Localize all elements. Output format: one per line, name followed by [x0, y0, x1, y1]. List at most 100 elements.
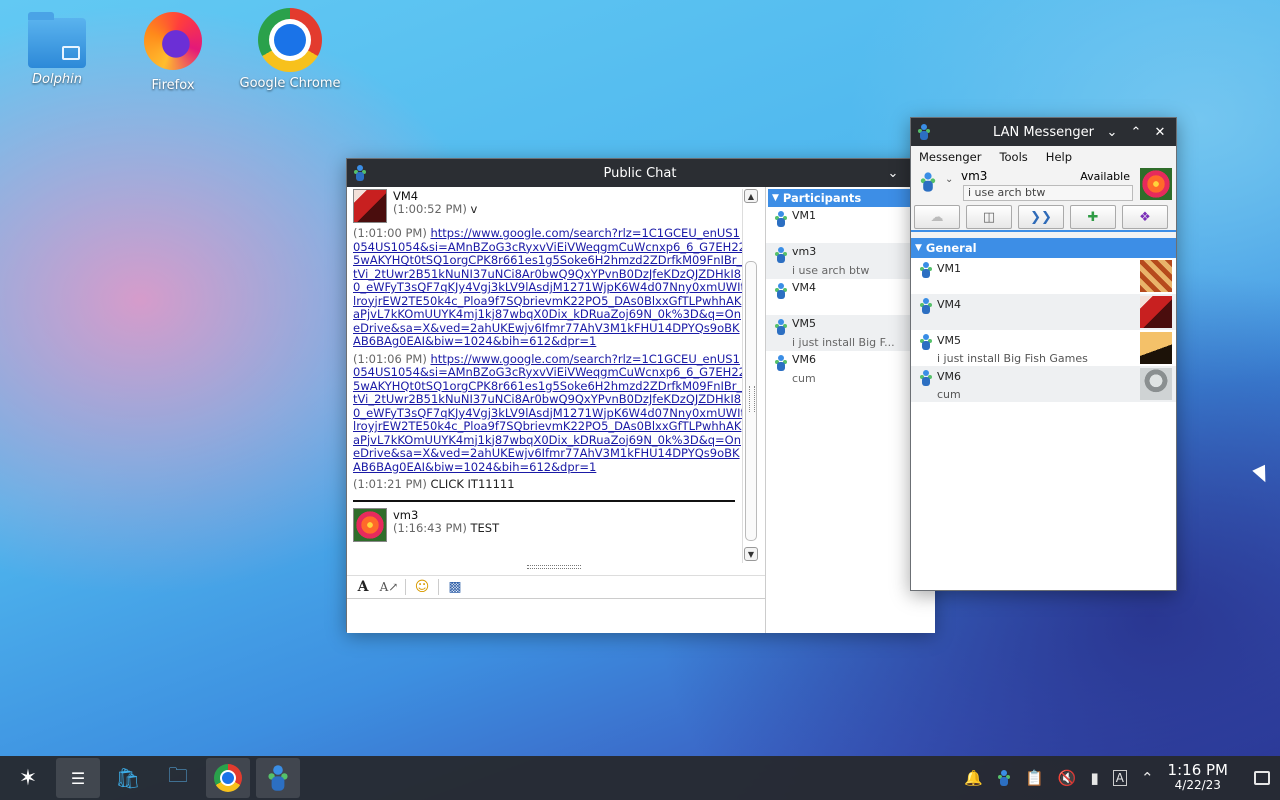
my-avatar[interactable]	[1140, 168, 1172, 200]
message-sender: VM4	[393, 189, 419, 203]
status-note-field[interactable]: i use arch btw	[963, 185, 1133, 201]
close-button[interactable]: ✕	[1148, 121, 1172, 143]
avatar	[1140, 332, 1172, 364]
message-time: (1:01:21 PM)	[353, 477, 427, 491]
file-transfer-icon[interactable]: ◫	[966, 205, 1012, 229]
avatar	[353, 507, 387, 542]
window-title: Public Chat	[603, 165, 677, 181]
message: (1:16:43 PM) TEST	[393, 520, 500, 536]
discover-store-icon[interactable]: 🛍	[106, 758, 150, 798]
scroll-down-icon[interactable]: ▼	[744, 547, 758, 561]
broadcast-icon[interactable]: ❯❯	[1018, 205, 1064, 229]
menu-messenger[interactable]: Messenger	[919, 150, 981, 164]
clock[interactable]: 1:16 PM 4/22/23	[1168, 763, 1228, 793]
settings-icon[interactable]: ❖	[1122, 205, 1168, 229]
menu-help[interactable]: Help	[1046, 150, 1072, 164]
lan-messenger-taskbar-icon[interactable]	[256, 758, 300, 798]
group-header-general[interactable]: ▼ General	[911, 238, 1176, 258]
lan-messenger-window: LAN Messenger ⌄ ⌃ ✕ Messenger Tools Help…	[910, 117, 1177, 591]
menu-bar: Messenger Tools Help	[911, 146, 1176, 168]
chrome-icon	[258, 8, 322, 72]
avatar	[1140, 260, 1172, 292]
lan-messenger-tray-icon[interactable]	[997, 770, 1011, 786]
format-toolbar: A A↗ ☺ ▩	[347, 575, 765, 597]
volume-muted-icon[interactable]: 🔇	[1058, 769, 1077, 787]
desktop-icon-label: Dolphin	[32, 72, 82, 87]
user-status-icon	[919, 370, 933, 386]
system-settings-icon[interactable]: ☰	[56, 758, 100, 798]
scroll-thumb[interactable]	[745, 261, 757, 541]
contact-item[interactable]: VM5 i just install Big Fish Games	[911, 330, 1176, 366]
message: (1:01:00 PM) https://www.google.com/sear…	[353, 226, 747, 349]
desktop-icon-google-chrome[interactable]: Google Chrome	[235, 8, 345, 91]
chrome-taskbar-icon[interactable]	[206, 758, 250, 798]
folder-icon	[28, 12, 86, 68]
menu-tools[interactable]: Tools	[999, 150, 1027, 164]
window-titlebar[interactable]: LAN Messenger ⌄ ⌃ ✕	[911, 118, 1176, 146]
app-launcher-icon[interactable]: ✶	[6, 758, 50, 798]
message-block: vm3 (1:16:43 PM) TEST	[353, 507, 747, 542]
maximize-button[interactable]: ⌃	[1124, 121, 1148, 143]
group-label: General	[925, 241, 977, 255]
participants-header-label: Participants	[782, 191, 862, 205]
message-input[interactable]	[347, 598, 765, 633]
system-tray: 🔔 📋 🔇 ▮ A ⌃ 1:16 PM 4/22/23	[964, 763, 1280, 793]
chat-bubble-icon[interactable]: ☁	[914, 205, 960, 229]
clock-date: 4/22/23	[1174, 778, 1221, 792]
user-status-icon	[774, 355, 788, 371]
avatar	[1140, 296, 1172, 328]
clipboard-icon[interactable]: 📋	[1025, 769, 1044, 787]
dolphin-taskbar-icon[interactable]: 🗀	[156, 758, 200, 798]
collapse-triangle-icon: ▼	[772, 193, 779, 203]
desktop-icon-label: Firefox	[151, 78, 195, 93]
contact-item[interactable]: VM1	[911, 258, 1176, 294]
message-separator	[353, 499, 735, 502]
contact-item[interactable]: VM4	[911, 294, 1176, 330]
desktop-icon-dolphin[interactable]: Dolphin	[2, 8, 112, 87]
message-text: TEST	[470, 520, 500, 535]
removable-device-icon[interactable]: ▮	[1090, 769, 1098, 787]
contact-item[interactable]: VM6 cum	[911, 366, 1176, 402]
window-titlebar[interactable]: Public Chat ⌄ ⌃	[347, 159, 933, 187]
firefox-icon	[144, 12, 202, 70]
user-status-icon	[774, 247, 788, 263]
user-status-icon	[919, 262, 933, 278]
toolbar-divider	[405, 578, 406, 595]
notification-bell-icon[interactable]: 🔔	[964, 769, 983, 787]
avatar	[1140, 368, 1172, 400]
clock-time: 1:16 PM	[1167, 761, 1228, 779]
save-icon[interactable]: ▩	[445, 578, 465, 596]
taskbar: ✶ ☰ 🛍 🗀 🔔 📋 🔇 ▮ A ⌃ 1:16 PM 4/22/23	[0, 756, 1280, 800]
input-method-icon[interactable]: A	[1112, 770, 1127, 786]
splitter-handle[interactable]	[527, 565, 581, 569]
chevron-down-icon[interactable]: ⌄	[945, 174, 953, 185]
user-status-icon	[919, 334, 933, 350]
message: (1:00:52 PM) v	[393, 202, 478, 217]
message-time: (1:00:52 PM)	[393, 202, 467, 216]
message-link[interactable]: https://www.google.com/search?rlz=1C1GCE…	[353, 352, 746, 474]
scroll-up-icon[interactable]: ▲	[744, 189, 758, 203]
chevron-up-icon[interactable]: ⌃	[1141, 769, 1154, 787]
minimize-button[interactable]: ⌄	[1100, 121, 1124, 143]
message-history: VM4 (1:00:52 PM) v (1:01:00 PM) https://…	[347, 187, 753, 565]
desktop-icon-firefox[interactable]: Firefox	[118, 8, 228, 93]
user-status-icon	[774, 319, 788, 335]
add-contact-icon[interactable]: ✚	[1070, 205, 1116, 229]
font-color-icon[interactable]: A↗	[379, 578, 399, 596]
show-desktop-icon[interactable]	[1254, 771, 1270, 785]
message-scrollbar[interactable]: ▲ ▼	[742, 189, 758, 563]
user-status-icon	[919, 298, 933, 314]
message-text: v	[470, 202, 478, 216]
font-icon[interactable]: A	[353, 578, 373, 596]
my-profile: ⌄ vm3 Available i use arch btw	[911, 168, 1176, 204]
lan-messenger-icon	[267, 765, 289, 791]
smiley-icon[interactable]: ☺	[412, 578, 432, 596]
my-status-icon[interactable]	[920, 172, 937, 192]
availability-status[interactable]: Available	[1080, 170, 1130, 183]
message-time: (1:01:06 PM)	[353, 351, 427, 366]
lan-messenger-icon	[917, 124, 933, 140]
message-link[interactable]: https://www.google.com/search?rlz=1C1GCE…	[353, 226, 746, 348]
minimize-button[interactable]: ⌄	[881, 162, 905, 184]
message: (1:01:21 PM) CLICK IT11111	[353, 477, 747, 492]
message-block: VM4 (1:00:52 PM) v	[353, 189, 747, 223]
